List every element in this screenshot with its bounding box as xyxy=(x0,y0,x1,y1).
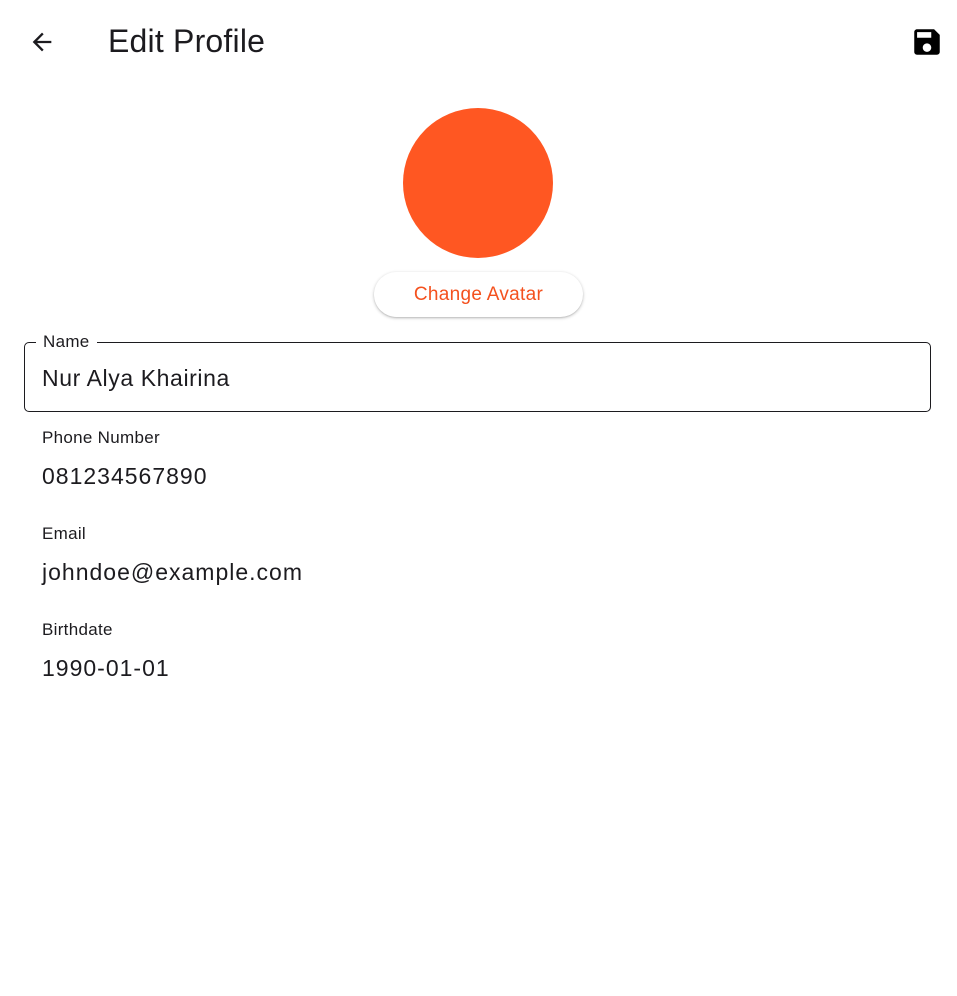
birthdate-field[interactable]: Birthdate 1990-01-01 xyxy=(42,619,922,682)
back-button[interactable] xyxy=(18,18,66,66)
phone-field[interactable]: Phone Number 081234567890 xyxy=(42,427,922,490)
name-label: Name xyxy=(36,331,97,353)
email-field[interactable]: Email johndoe@example.com xyxy=(42,523,922,586)
birthdate-value[interactable]: 1990-01-01 xyxy=(42,654,922,682)
phone-label: Phone Number xyxy=(42,428,160,447)
change-avatar-button[interactable]: Change Avatar xyxy=(374,272,583,317)
name-field[interactable]: Name Nur Alya Khairina xyxy=(24,331,931,412)
name-value[interactable]: Nur Alya Khairina xyxy=(42,364,230,392)
app-bar: Edit Profile xyxy=(0,0,957,84)
floppy-disk-icon xyxy=(914,29,940,55)
arrow-left-icon xyxy=(32,32,52,52)
phone-value[interactable]: 081234567890 xyxy=(42,462,922,490)
email-label: Email xyxy=(42,524,87,543)
save-button[interactable] xyxy=(903,18,951,66)
page-title: Edit Profile xyxy=(108,23,266,59)
birthdate-label: Birthdate xyxy=(42,620,113,639)
avatar xyxy=(403,108,553,258)
email-value[interactable]: johndoe@example.com xyxy=(42,558,922,586)
